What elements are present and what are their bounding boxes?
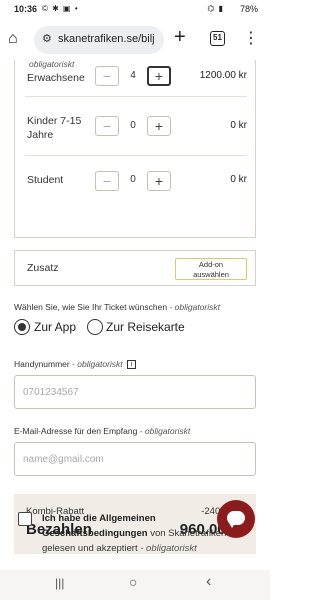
- decrease-button[interactable]: −: [95, 66, 119, 86]
- ticket-row-label: Erwachsene: [27, 72, 85, 84]
- ticket-row-children: Kinder 7-15 Jahre − 0 + 0 kr: [15, 108, 257, 152]
- battery-level: 78%: [239, 4, 258, 14]
- recent-apps-icon[interactable]: |||: [55, 576, 64, 590]
- ticket-row-label: Student: [27, 174, 64, 186]
- ticket-selector-card: obligatoriskt Erwachsene − 4 + 1200.00 k…: [14, 60, 256, 238]
- ticket-delivery-radio-group: Zur App Zur Reisekarte: [14, 319, 256, 341]
- required-note: - obligatoriskt: [137, 426, 191, 436]
- question-text: Wählen Sie, wie Sie Ihr Ticket wünschen: [14, 302, 168, 312]
- url-text[interactable]: skanetrafiken.se/bilj: [58, 33, 155, 45]
- increase-button[interactable]: +: [147, 171, 171, 191]
- new-tab-icon[interactable]: +: [174, 26, 186, 49]
- site-settings-icon[interactable]: ⚙: [42, 32, 52, 45]
- required-note: - obligatoriskt: [167, 302, 220, 312]
- addon-button-line2: auswählen: [193, 270, 229, 279]
- terms-text: Ich habe die Allgemeinen Geschäftsbeding…: [42, 511, 242, 556]
- ticket-row-label: Kinder 7-15 Jahre: [27, 115, 82, 141]
- tab-switcher-button[interactable]: 51: [210, 31, 225, 46]
- phone-input[interactable]: [14, 375, 256, 409]
- decrease-button[interactable]: −: [95, 171, 119, 191]
- decrease-button[interactable]: −: [95, 116, 119, 136]
- radio-travelcard[interactable]: [87, 319, 103, 335]
- terms-checkbox[interactable]: [18, 512, 32, 526]
- required-note: - obligatoriskt: [137, 543, 197, 554]
- phone-label: Handynummer - obligatoriskt i: [14, 359, 137, 370]
- radio-travelcard-label[interactable]: Zur Reisekarte: [106, 320, 185, 334]
- ticket-count: 0: [130, 174, 136, 185]
- email-label-text: E-Mail-Adresse für den Empfang: [14, 426, 138, 436]
- radio-app-label[interactable]: Zur App: [34, 320, 76, 334]
- email-label: E-Mail-Adresse für den Empfang - obligat…: [14, 426, 190, 436]
- home-icon[interactable]: ⌂: [8, 30, 26, 48]
- row-price: 0 kr: [230, 120, 247, 131]
- increase-button[interactable]: +: [147, 116, 171, 136]
- status-bar: 10:36 © ✱ ▣ • ⌬ ▮ 78%: [0, 0, 270, 20]
- phone-label-text: Handynummer: [14, 359, 70, 369]
- select-addon-button[interactable]: Add-on auswählen: [175, 258, 247, 280]
- ticket-delivery-question: Wählen Sie, wie Sie Ihr Ticket wünschen …: [14, 302, 220, 312]
- clock: 10:36: [14, 4, 38, 14]
- addon-button-line1: Add-on: [198, 260, 224, 269]
- increase-button[interactable]: +: [147, 66, 171, 86]
- chat-button[interactable]: [217, 500, 255, 538]
- browser-toolbar: ⌂ ⚙ skanetrafiken.se/bilj + 51 ⋮: [0, 20, 270, 60]
- more-menu-icon[interactable]: ⋮: [243, 28, 259, 48]
- row-price: 0 kr: [230, 174, 247, 185]
- radio-app[interactable]: [14, 319, 30, 335]
- page-content: obligatoriskt Erwachsene − 4 + 1200.00 k…: [0, 60, 270, 570]
- required-note: - obligatoriskt: [69, 359, 123, 369]
- ticket-count: 0: [130, 120, 136, 131]
- divider: [25, 96, 247, 97]
- addon-label: Zusatz: [27, 262, 59, 274]
- notification-icons: © ✱ ▣ •: [42, 4, 79, 13]
- home-button-icon[interactable]: ○: [129, 574, 137, 590]
- addon-section: Zusatz Add-on auswählen: [14, 250, 256, 286]
- ticket-row-adults: Erwachsene − 4 + 1200.00 kr: [15, 66, 257, 110]
- chat-bubble-tail: [229, 523, 235, 528]
- info-icon[interactable]: i: [127, 360, 137, 370]
- email-input[interactable]: [14, 442, 256, 476]
- system-nav-bar: ||| ○ ‹: [0, 570, 270, 600]
- terms-link[interactable]: Ich habe die Allgemeinen Geschäftsbeding…: [42, 513, 156, 539]
- back-icon[interactable]: ‹: [206, 573, 211, 591]
- row-price: 1200.00 kr: [199, 70, 247, 81]
- ticket-count: 4: [130, 70, 136, 81]
- divider: [25, 155, 247, 156]
- ticket-row-student: Student − 0 + 0 kr: [15, 162, 257, 206]
- signal-icon: ⌬ ▮: [207, 4, 224, 13]
- address-bar[interactable]: ⚙ skanetrafiken.se/bilj: [34, 26, 164, 54]
